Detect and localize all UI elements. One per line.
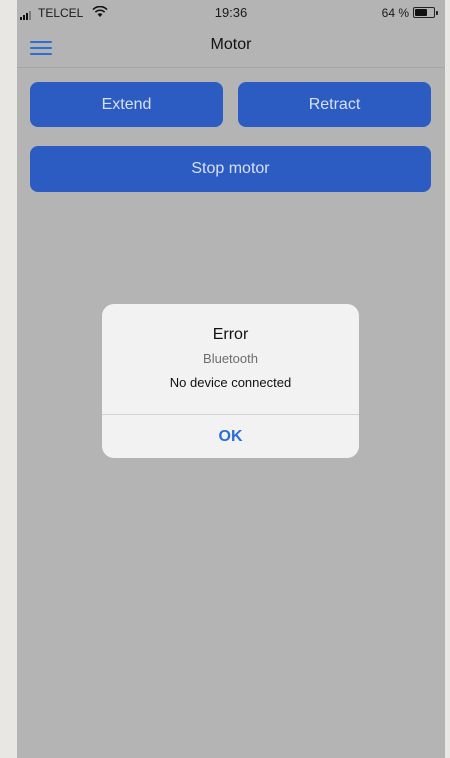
battery-fill	[415, 9, 427, 16]
ok-button[interactable]: OK	[102, 415, 359, 458]
battery-percentage: 64 %	[381, 6, 409, 20]
status-bar: TELCEL 19:36 64 %	[17, 0, 445, 30]
error-alert-dialog: Error Bluetooth No device connected OK	[102, 304, 359, 458]
app-screen: TELCEL 19:36 64 % Motor Extend Retract S…	[17, 0, 445, 758]
alert-message: No device connected	[169, 375, 292, 390]
alert-title: Error	[212, 326, 249, 343]
retract-button[interactable]: Retract	[238, 82, 431, 127]
extend-button[interactable]: Extend	[30, 82, 223, 127]
page-title: Motor	[210, 36, 252, 53]
stop-motor-button[interactable]: Stop motor	[30, 146, 431, 192]
battery-icon	[413, 7, 438, 18]
navigation-bar: Motor	[17, 30, 445, 68]
alert-subtitle: Bluetooth	[203, 351, 258, 366]
